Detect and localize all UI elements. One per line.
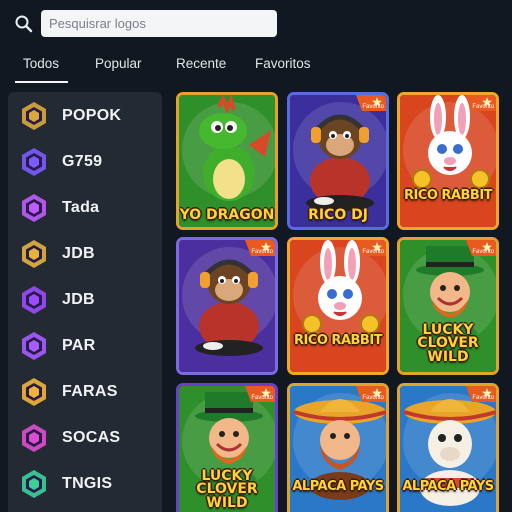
game-title: ALPACA PAYS — [402, 479, 494, 494]
tab-favoritos[interactable]: Favoritos — [255, 56, 311, 71]
game-card[interactable]: ALPACA PAYS Favorito — [287, 383, 389, 512]
favorite-label: Favorito — [472, 249, 494, 255]
sidebar-item-label: FARAS — [62, 383, 118, 400]
provider-sidebar: POPOK G759 Tada JDB JDB PAR FARAS SOCAS TNGIS — [8, 92, 162, 512]
favorite-label: Favorito — [362, 249, 384, 255]
favorite-label: Favorito — [251, 395, 273, 401]
sidebar-item-faras[interactable]: FARAS — [8, 370, 162, 414]
tab-popular[interactable]: Popular — [95, 56, 142, 71]
sidebar-item-label: PAR — [62, 337, 96, 354]
sidebar-item-tngis[interactable]: TNGIS — [8, 462, 162, 506]
sidebar-item-label: JDB — [62, 291, 95, 308]
game-card[interactable]: RICO RABBIT Favorito — [397, 92, 499, 230]
game-card[interactable]: Favorito — [176, 237, 278, 375]
game-title: RICO RABBIT — [403, 188, 493, 203]
favorite-label: Favorito — [472, 395, 494, 401]
tab-todos[interactable]: Todos — [23, 56, 59, 71]
game-title: RICO RABBIT — [293, 333, 383, 348]
search-icon[interactable] — [14, 14, 34, 34]
sidebar-item-label: SOCAS — [62, 429, 121, 446]
game-thumbnail-rabbit — [400, 95, 496, 227]
sidebar-item-jdb[interactable]: JDB — [8, 278, 162, 322]
game-thumbnail-rabbit — [290, 240, 386, 372]
filter-tabs: Todos Popular Recente Favoritos — [0, 52, 512, 83]
search-input[interactable] — [41, 10, 277, 37]
sidebar-item-socas[interactable]: SOCAS — [8, 416, 162, 460]
game-card[interactable]: LUCKY CLOVER WILD Favorito — [176, 383, 278, 512]
sidebar-item-label: Tada — [62, 199, 100, 216]
game-title: LUCKY CLOVER WILD — [196, 468, 258, 511]
faras-logo-icon — [22, 378, 46, 406]
sidebar-item-par[interactable]: PAR — [8, 324, 162, 368]
sidebar-item-jdb[interactable]: JDB — [8, 232, 162, 276]
game-title: YO DRAGON — [179, 207, 275, 223]
popok-logo-icon — [22, 102, 46, 130]
game-grid: YO DRAGON RICO DJ Favorito RICO RABBIT Favor… — [176, 92, 512, 512]
sidebar-item-label: POPOK — [62, 107, 122, 124]
game-card[interactable]: YO DRAGON — [176, 92, 278, 230]
jdb-purple-logo-icon — [22, 286, 46, 314]
favorite-label: Favorito — [362, 395, 384, 401]
jdb-gold-logo-icon — [22, 240, 46, 268]
active-tab-indicator — [15, 81, 68, 83]
game-thumbnail-monkey — [179, 240, 275, 372]
sidebar-item-label: TNGIS — [62, 475, 113, 492]
tngis-logo-icon — [22, 470, 46, 498]
favorite-label: Favorito — [362, 104, 384, 110]
game-title: RICO DJ — [308, 207, 368, 223]
sidebar-item-g759[interactable]: G759 — [8, 140, 162, 184]
par-logo-icon — [22, 332, 46, 360]
game-card[interactable]: ALPACA PAYS Favorito — [397, 383, 499, 512]
sidebar-item-label: JDB — [62, 245, 95, 262]
tada-logo-icon — [22, 194, 46, 222]
game-title: ALPACA PAYS — [292, 479, 384, 494]
game-title: LUCKY CLOVER WILD — [417, 322, 479, 365]
game-card[interactable]: RICO DJ Favorito — [287, 92, 389, 230]
favorite-label: Favorito — [472, 104, 494, 110]
sidebar-item-label: G759 — [62, 153, 103, 170]
sidebar-item-tada[interactable]: Tada — [8, 186, 162, 230]
game-card[interactable]: RICO RABBIT Favorito — [287, 237, 389, 375]
tab-recente[interactable]: Recente — [176, 56, 226, 71]
sidebar-item-popok[interactable]: POPOK — [8, 94, 162, 138]
favorite-label: Favorito — [251, 249, 273, 255]
g759-logo-icon — [22, 148, 46, 176]
game-card[interactable]: LUCKY CLOVER WILD Favorito — [397, 237, 499, 375]
socas-logo-icon — [22, 424, 46, 452]
